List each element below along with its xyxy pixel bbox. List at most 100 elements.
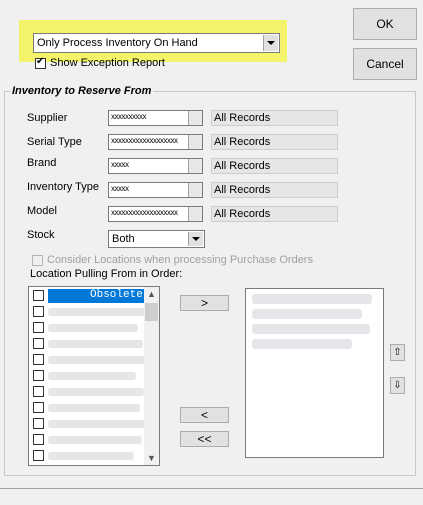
consider-locations-checkbox[interactable] [32, 255, 43, 266]
list-item[interactable] [31, 416, 148, 431]
inventory-type-display-text: All Records [214, 184, 271, 196]
remove-all-locations-label: << [197, 432, 212, 446]
model-display: All Records [211, 206, 338, 222]
ok-button[interactable]: OK [353, 8, 417, 40]
serial-type-lookup-button[interactable] [188, 135, 202, 149]
list-item[interactable] [31, 400, 144, 415]
blurred-text [48, 436, 142, 444]
blurred-text [48, 308, 148, 316]
list-item[interactable]: Obsolete [31, 288, 152, 303]
list-item[interactable] [31, 384, 144, 399]
field-label-brand: Brand [27, 157, 57, 169]
supplier-lookup-button[interactable] [188, 111, 202, 125]
field-label-inventory-type: Inventory Type [27, 181, 99, 193]
scroll-up-icon[interactable]: ▲ [144, 287, 159, 301]
list-item[interactable] [31, 432, 144, 447]
list-item-checkbox[interactable] [33, 290, 44, 301]
add-location-label: > [200, 296, 208, 310]
blurred-text [48, 340, 143, 348]
show-exception-label: Show Exception Report [50, 57, 165, 69]
model-value: xxxxxxxxxxxxxxxxxxx [111, 208, 178, 217]
list-item-checkbox[interactable] [33, 306, 44, 317]
list-item-checkbox[interactable] [33, 418, 44, 429]
supplier-display-text: All Records [214, 112, 271, 124]
chevron-down-icon[interactable] [188, 232, 203, 246]
list-item[interactable] [31, 368, 144, 383]
move-up-button[interactable]: ⇧ [390, 344, 405, 361]
list-item-checkbox[interactable] [33, 338, 44, 349]
show-exception-checkbox[interactable] [35, 56, 46, 69]
move-up-icon: ⇧ [393, 347, 402, 358]
selected-item[interactable]: Obsolete [48, 289, 152, 303]
list-item[interactable] [31, 448, 144, 463]
cancel-button[interactable]: Cancel [353, 48, 417, 80]
model-lookup-button[interactable] [188, 207, 202, 221]
serial-type-display-text: All Records [214, 136, 271, 148]
list-item-checkbox[interactable] [33, 322, 44, 333]
remove-location-button[interactable]: < [180, 407, 229, 423]
selected-item-label: Obsolete [90, 289, 143, 301]
brand-display-text: All Records [214, 160, 271, 172]
list-item-checkbox[interactable] [33, 450, 44, 461]
inventory-type-value: xxxxx [111, 184, 129, 193]
list-item-checkbox[interactable] [33, 370, 44, 381]
stock-value: Both [112, 233, 135, 245]
brand-lookup-button[interactable] [188, 159, 202, 173]
supplier-input[interactable]: xxxxxxxxxx [108, 110, 203, 126]
field-label-supplier: Supplier [27, 112, 68, 124]
field-label-model: Model [27, 205, 57, 217]
list-item[interactable] [31, 352, 148, 367]
list-item-checkbox[interactable] [33, 386, 44, 397]
model-display-text: All Records [214, 208, 271, 220]
supplier-value: xxxxxxxxxx [111, 112, 147, 121]
list-item-checkbox[interactable] [33, 434, 44, 445]
list-item[interactable] [31, 320, 144, 335]
list-item[interactable] [31, 304, 148, 319]
blurred-text [48, 372, 136, 380]
available-locations-list[interactable]: Obsolete ▲ ▼ [28, 286, 160, 466]
group-title: Inventory to Reserve From [10, 85, 154, 97]
selected-locations-list[interactable] [245, 288, 384, 458]
blurred-text [48, 356, 148, 364]
blurred-text [48, 324, 138, 332]
serial-type-value: xxxxxxxxxxxxxxxxxxx [111, 136, 178, 145]
remove-location-label: < [200, 408, 208, 422]
blurred-text [252, 339, 352, 349]
move-down-button[interactable]: ⇩ [390, 377, 405, 394]
scroll-thumb[interactable] [145, 303, 158, 321]
location-order-label: Location Pulling From in Order: [30, 268, 183, 280]
ok-label: OK [376, 17, 394, 31]
field-label-serial-type: Serial Type [27, 136, 82, 148]
list-scrollbar[interactable]: ▲ ▼ [144, 287, 159, 465]
blurred-text [252, 309, 362, 319]
blurred-text [48, 452, 134, 460]
serial-type-display: All Records [211, 134, 338, 150]
process-mode-select[interactable]: Only Process Inventory On Hand [33, 33, 280, 53]
blurred-text [252, 294, 372, 304]
stock-select[interactable]: Both [108, 230, 205, 248]
blurred-text [48, 404, 140, 412]
add-location-button[interactable]: > [180, 295, 229, 311]
blurred-text [48, 388, 144, 396]
scroll-down-icon[interactable]: ▼ [144, 451, 159, 465]
remove-all-locations-button[interactable]: << [180, 431, 229, 447]
model-input[interactable]: xxxxxxxxxxxxxxxxxxx [108, 206, 203, 222]
list-item[interactable] [31, 336, 144, 351]
brand-value: xxxxx [111, 160, 129, 169]
inventory-type-lookup-button[interactable] [188, 183, 202, 197]
process-mode-value: Only Process Inventory On Hand [37, 37, 198, 49]
list-item-checkbox[interactable] [33, 354, 44, 365]
move-down-icon: ⇩ [393, 380, 402, 391]
inventory-type-input[interactable]: xxxxx [108, 182, 203, 198]
blurred-text [48, 420, 148, 428]
brand-display: All Records [211, 158, 338, 174]
list-item-checkbox[interactable] [33, 402, 44, 413]
stock-label: Stock [27, 229, 55, 241]
serial-type-input[interactable]: xxxxxxxxxxxxxxxxxxx [108, 134, 203, 150]
bottom-divider [0, 488, 423, 489]
chevron-down-icon[interactable] [263, 35, 278, 51]
brand-input[interactable]: xxxxx [108, 158, 203, 174]
consider-locations-label: Consider Locations when processing Purch… [47, 254, 313, 266]
blurred-text [252, 324, 370, 334]
cancel-label: Cancel [366, 57, 404, 71]
